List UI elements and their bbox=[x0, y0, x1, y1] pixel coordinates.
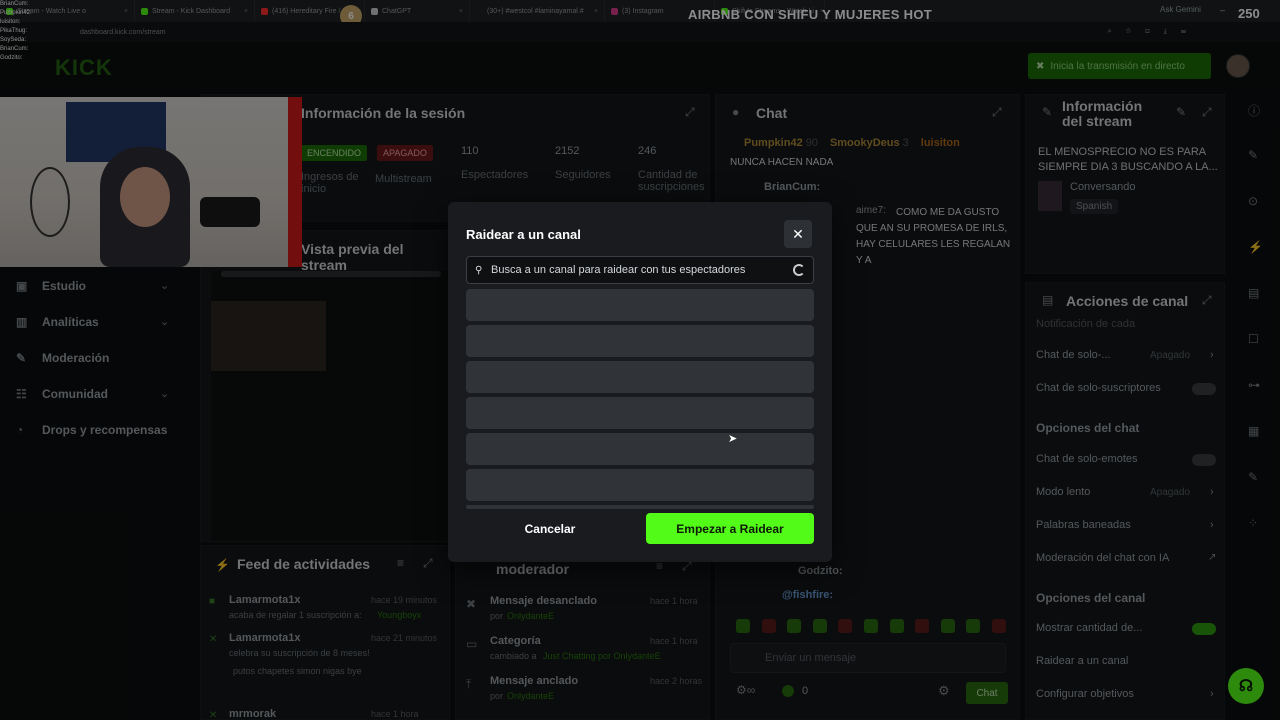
raid-modal-title: Raidear a un canal bbox=[466, 227, 581, 242]
close-button[interactable]: ✕ bbox=[784, 220, 812, 248]
search-icon: ⚲ bbox=[475, 264, 483, 276]
close-icon: ✕ bbox=[792, 225, 804, 242]
skeleton-row bbox=[466, 289, 814, 321]
skeleton-row bbox=[466, 505, 814, 509]
start-raid-button[interactable]: Empezar a Raidear bbox=[646, 513, 814, 544]
skeleton-row bbox=[466, 361, 814, 393]
mouse-cursor-icon: ➤ bbox=[728, 433, 738, 445]
skeleton-row bbox=[466, 469, 814, 501]
cancel-button[interactable]: Cancelar bbox=[466, 513, 634, 544]
search-placeholder: Busca a un canal para raidear con tus es… bbox=[491, 264, 746, 276]
raid-modal: Raidear a un canal ✕ ⚲ Busca a un canal … bbox=[448, 202, 832, 562]
skeleton-row bbox=[466, 397, 814, 429]
skeleton-row bbox=[466, 433, 814, 465]
skeleton-row bbox=[466, 325, 814, 357]
loading-spinner-icon bbox=[793, 264, 805, 276]
raid-search-input[interactable]: ⚲ Busca a un canal para raidear con tus … bbox=[466, 256, 814, 284]
